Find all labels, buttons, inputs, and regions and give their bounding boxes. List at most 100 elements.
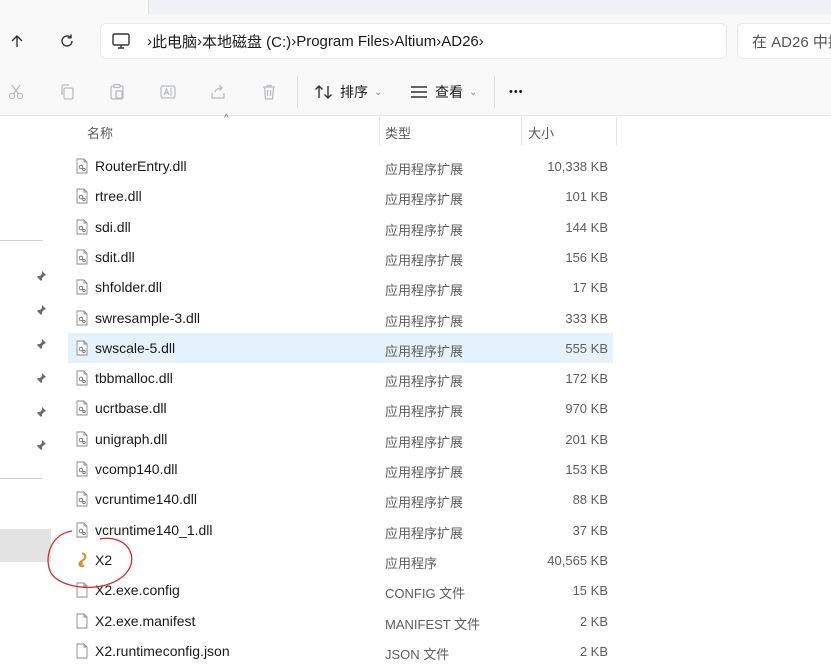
cut-icon[interactable]	[5, 81, 27, 103]
refresh-icon	[61, 34, 73, 47]
file-type: CONFIG 文件	[385, 586, 466, 601]
file-name[interactable]: unigraph.dll	[95, 431, 167, 447]
breadcrumb-program-files[interactable]: Program Files	[296, 33, 389, 50]
paste-icon[interactable]	[106, 81, 128, 103]
up-button[interactable]	[2, 26, 32, 56]
sort-label: 排序	[340, 84, 368, 100]
file-name[interactable]: rtree.dll	[95, 188, 142, 204]
file-name[interactable]: RouterEntry.dll	[95, 158, 187, 174]
file-size: 2 KB	[579, 644, 608, 659]
file-type: JSON 文件	[385, 647, 450, 662]
chevron-down-icon: ⌄	[374, 86, 383, 98]
dll-file-icon	[76, 188, 88, 204]
file-type: 应用程序扩展	[385, 192, 464, 207]
tab-active[interactable]	[0, 0, 148, 14]
view-label: 查看	[435, 84, 463, 100]
pin-icon[interactable]	[35, 438, 47, 451]
file-size: 10,338 KB	[547, 159, 608, 174]
file-type: 应用程序扩展	[385, 314, 464, 329]
file-name[interactable]: X2.runtimeconfig.json	[95, 643, 230, 659]
dll-file-icon	[76, 158, 88, 174]
share-icon[interactable]	[207, 81, 229, 103]
breadcrumb-this-pc[interactable]: 此电脑	[152, 31, 197, 52]
file-size: 555 KB	[565, 341, 608, 356]
file-size: 156 KB	[565, 250, 608, 265]
nav-divider	[0, 478, 43, 479]
file-type: 应用程序扩展	[385, 283, 464, 298]
generic-file-icon	[76, 613, 88, 629]
breadcrumb-altium[interactable]: Altium	[395, 33, 437, 50]
file-size: 201 KB	[565, 432, 608, 447]
file-type: 应用程序扩展	[385, 495, 464, 510]
dll-file-icon	[76, 310, 88, 326]
file-name[interactable]: sdit.dll	[95, 249, 135, 265]
file-size: 101 KB	[565, 189, 608, 204]
search-placeholder: 在 AD26 中搜索	[752, 33, 831, 51]
dll-file-icon	[76, 431, 88, 447]
file-size: 333 KB	[565, 311, 608, 326]
dll-file-icon	[76, 249, 88, 265]
refresh-button[interactable]	[52, 26, 82, 56]
pin-icon[interactable]	[35, 337, 47, 350]
column-header-name[interactable]: 名称	[87, 123, 113, 142]
file-name[interactable]: ucrtbase.dll	[95, 400, 167, 416]
file-name[interactable]: shfolder.dll	[95, 279, 162, 295]
file-size: 144 KB	[565, 220, 608, 235]
delete-icon[interactable]	[258, 81, 280, 103]
file-size: 15 KB	[572, 583, 608, 598]
column-divider[interactable]	[521, 117, 522, 145]
column-divider[interactable]	[616, 117, 617, 145]
breadcrumb-local-disk[interactable]: 本地磁盘 (C:)	[202, 31, 291, 52]
file-size: 2 KB	[579, 614, 608, 629]
nav-divider	[0, 240, 43, 241]
file-name[interactable]: swscale-5.dll	[95, 340, 175, 356]
file-name[interactable]: vcruntime140.dll	[95, 491, 197, 507]
sort-icon	[315, 85, 332, 99]
pin-icon[interactable]	[35, 269, 47, 282]
pin-icon[interactable]	[35, 371, 47, 384]
file-type: 应用程序扩展	[385, 374, 464, 389]
file-name[interactable]: tbbmalloc.dll	[95, 370, 173, 386]
file-type: 应用程序扩展	[385, 162, 464, 177]
rename-icon[interactable]	[157, 81, 179, 103]
dll-file-icon	[76, 340, 88, 356]
copy-icon[interactable]	[56, 81, 78, 103]
address-bar[interactable]: › 此电脑 › 本地磁盘 (C:) › Program Files › Alti…	[100, 23, 727, 59]
column-divider[interactable]	[379, 117, 380, 145]
file-type: 应用程序扩展	[385, 404, 464, 419]
dll-file-icon	[76, 400, 88, 416]
file-size: 970 KB	[565, 401, 608, 416]
file-name[interactable]: vcomp140.dll	[95, 461, 178, 477]
pin-icon[interactable]	[35, 405, 47, 418]
file-name[interactable]: swresample-3.dll	[95, 310, 200, 326]
more-options-button[interactable]: •••	[509, 80, 524, 104]
file-name[interactable]: sdi.dll	[95, 219, 131, 235]
sort-ascending-icon: ^	[224, 113, 229, 124]
file-name[interactable]: X2.exe.manifest	[95, 613, 195, 629]
file-type: MANIFEST 文件	[385, 617, 481, 632]
tab-next[interactable]	[148, 0, 831, 14]
more-icon: •••	[509, 86, 524, 98]
chevron-down-icon: ⌄	[469, 86, 478, 98]
column-header-size[interactable]: 大小	[528, 123, 554, 142]
sort-button[interactable]: 排序 ⌄	[314, 80, 382, 104]
column-header-type[interactable]: 类型	[385, 123, 411, 142]
file-type: 应用程序扩展	[385, 253, 464, 268]
view-list-icon	[411, 86, 427, 98]
dll-file-icon	[76, 461, 88, 477]
file-type: 应用程序扩展	[385, 526, 464, 541]
file-type: 应用程序扩展	[385, 223, 464, 238]
breadcrumb-ad26[interactable]: AD26	[441, 33, 479, 50]
file-type: 应用程序扩展	[385, 344, 464, 359]
view-button[interactable]: 查看 ⌄	[410, 80, 477, 104]
file-size: 172 KB	[565, 371, 608, 386]
dll-file-icon	[76, 370, 88, 386]
pin-icon[interactable]	[35, 303, 47, 316]
file-type: 应用程序	[385, 556, 438, 571]
file-size: 40,565 KB	[547, 553, 608, 568]
computer-icon	[112, 33, 130, 49]
arrow-up-icon	[11, 35, 23, 47]
file-size: 17 KB	[572, 280, 608, 295]
chevron-right-icon[interactable]: ›	[479, 33, 484, 50]
search-input[interactable]: 在 AD26 中搜索	[737, 23, 831, 59]
